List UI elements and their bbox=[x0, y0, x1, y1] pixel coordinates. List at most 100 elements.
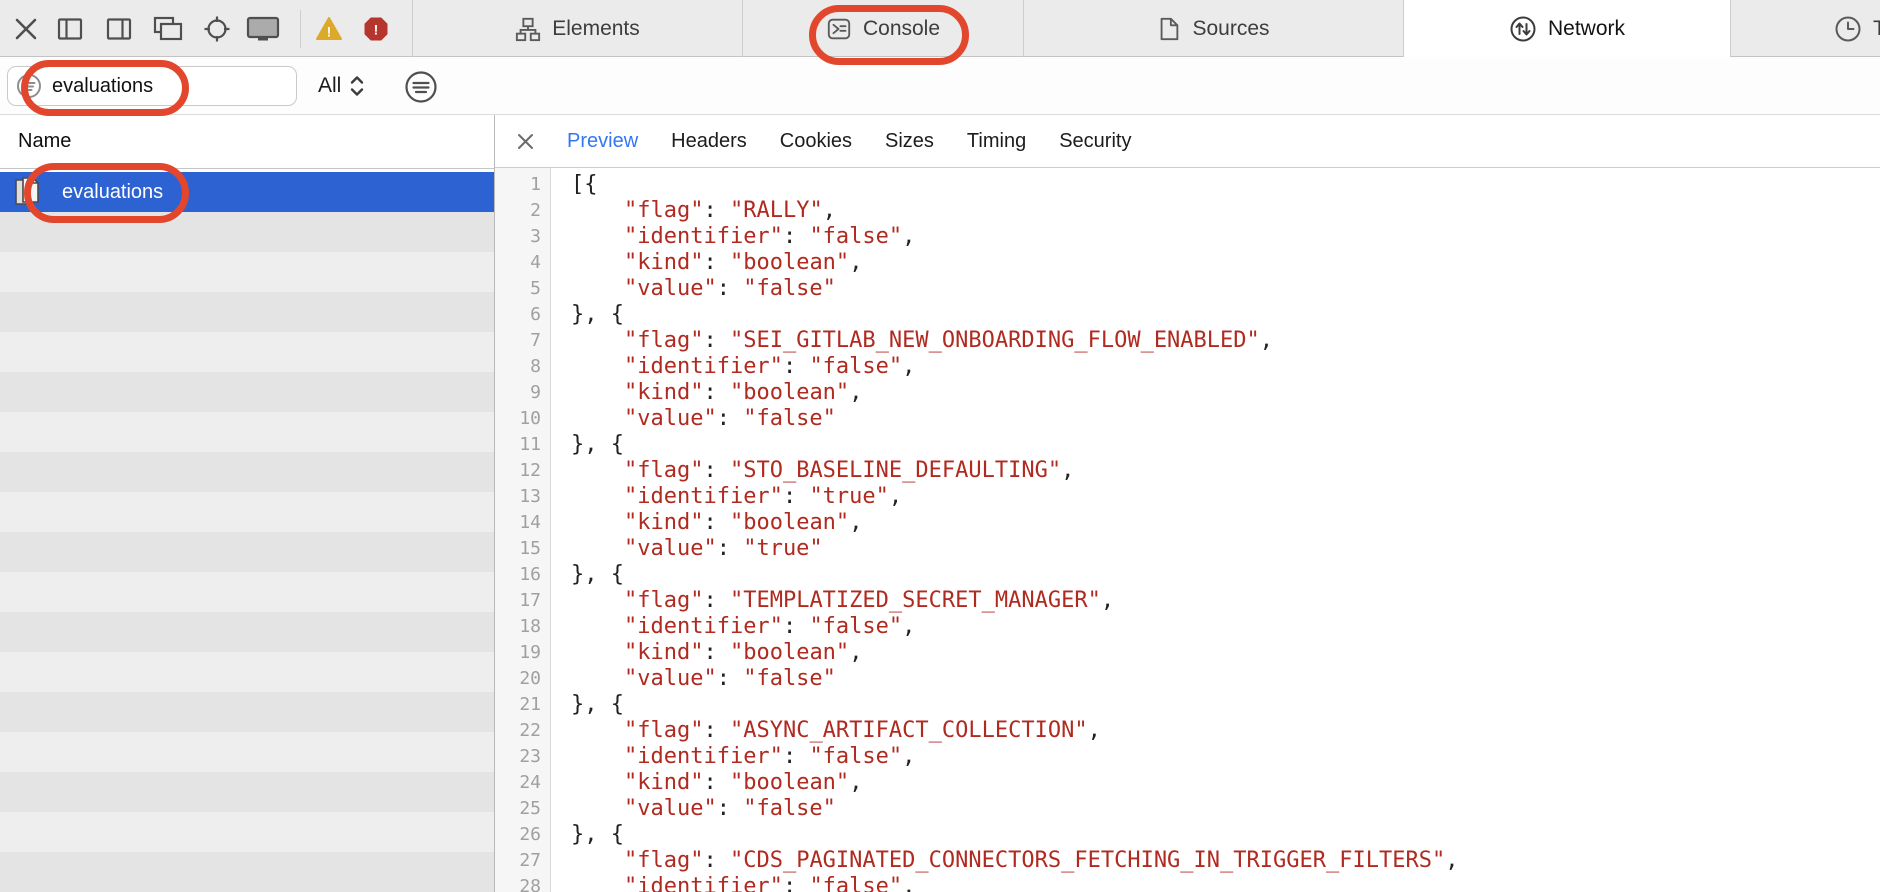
elements-icon bbox=[515, 16, 541, 42]
code-line: 5 "value": "false" bbox=[495, 276, 1880, 302]
line-number: 10 bbox=[495, 406, 541, 432]
detail-tab-preview[interactable]: Preview bbox=[567, 130, 638, 153]
line-number: 15 bbox=[495, 536, 541, 562]
inspector-toolbar: ! ! Elements Console Sources bbox=[0, 0, 1880, 57]
line-number: 23 bbox=[495, 744, 541, 770]
code-line: 25 "value": "false" bbox=[495, 796, 1880, 822]
tab-elements[interactable]: Elements bbox=[412, 0, 742, 57]
scope-label: All bbox=[318, 74, 341, 98]
line-number: 1 bbox=[495, 172, 541, 198]
resource-detail-tabbar: Preview Headers Cookies Sizes Timing Sec… bbox=[495, 115, 1880, 168]
detail-tab-timing[interactable]: Timing bbox=[967, 130, 1026, 153]
code-line: 7 "flag": "SEI_GITLAB_NEW_ONBOARDING_FLO… bbox=[495, 328, 1880, 354]
code-line: 26}, { bbox=[495, 822, 1880, 848]
sources-icon bbox=[1157, 16, 1181, 42]
code-line: 18 "identifier": "false", bbox=[495, 614, 1880, 640]
warnings-badge-icon[interactable]: ! bbox=[315, 15, 343, 43]
network-icon bbox=[1509, 15, 1537, 43]
line-number: 22 bbox=[495, 718, 541, 744]
line-number: 18 bbox=[495, 614, 541, 640]
tab-elements-label: Elements bbox=[552, 17, 640, 41]
dock-right-icon[interactable] bbox=[105, 15, 133, 43]
element-picker-icon[interactable] bbox=[203, 15, 231, 43]
line-number: 21 bbox=[495, 692, 541, 718]
web-inspector-window: ! ! Elements Console Sources bbox=[0, 0, 1880, 892]
errors-badge-icon[interactable]: ! bbox=[362, 15, 390, 43]
line-number: 12 bbox=[495, 458, 541, 484]
json-preview-pane: 1[{2 "flag": "RALLY",3 "identifier": "fa… bbox=[495, 168, 1880, 892]
code-line: 24 "kind": "boolean", bbox=[495, 770, 1880, 796]
line-number: 4 bbox=[495, 250, 541, 276]
request-row-label: evaluations bbox=[62, 181, 163, 204]
tab-console[interactable]: Console bbox=[742, 0, 1023, 57]
code-line: 9 "kind": "boolean", bbox=[495, 380, 1880, 406]
tab-network[interactable]: Network bbox=[1403, 0, 1730, 57]
code-line: 20 "value": "false" bbox=[495, 666, 1880, 692]
code-line: 11}, { bbox=[495, 432, 1880, 458]
code-line: 16}, { bbox=[495, 562, 1880, 588]
line-number: 11 bbox=[495, 432, 541, 458]
code-line: 28 "identifier": "false", bbox=[495, 874, 1880, 892]
close-detail-icon[interactable] bbox=[517, 133, 534, 150]
code-line: 23 "identifier": "false", bbox=[495, 744, 1880, 770]
line-number: 13 bbox=[495, 484, 541, 510]
svg-text:!: ! bbox=[327, 24, 332, 40]
code-line: 14 "kind": "boolean", bbox=[495, 510, 1880, 536]
line-number: 20 bbox=[495, 666, 541, 692]
chevron-up-down-icon bbox=[349, 73, 365, 99]
tab-console-label: Console bbox=[863, 17, 940, 41]
tab-timelines-partial[interactable]: T bbox=[1730, 0, 1880, 57]
code-line: 17 "flag": "TEMPLATIZED_SECRET_MANAGER", bbox=[495, 588, 1880, 614]
device-icon[interactable] bbox=[245, 15, 281, 43]
line-number: 9 bbox=[495, 380, 541, 406]
resource-type-scope-button[interactable]: All bbox=[318, 67, 365, 105]
line-number: 24 bbox=[495, 770, 541, 796]
code-line: 3 "identifier": "false", bbox=[495, 224, 1880, 250]
tab-sources[interactable]: Sources bbox=[1023, 0, 1403, 57]
name-column-header[interactable]: Name bbox=[0, 115, 494, 169]
line-number: 3 bbox=[495, 224, 541, 250]
detail-tab-sizes[interactable]: Sizes bbox=[885, 130, 934, 153]
code-line: 1[{ bbox=[495, 172, 1880, 198]
separate-window-icon[interactable] bbox=[151, 15, 187, 43]
filter-options-icon[interactable] bbox=[404, 70, 438, 104]
code-line: 6}, { bbox=[495, 302, 1880, 328]
close-icon[interactable] bbox=[12, 15, 40, 43]
dock-left-icon[interactable] bbox=[56, 15, 84, 43]
code-line: 2 "flag": "RALLY", bbox=[495, 198, 1880, 224]
line-number: 16 bbox=[495, 562, 541, 588]
code-lines: 1[{2 "flag": "RALLY",3 "identifier": "fa… bbox=[495, 172, 1880, 892]
line-number: 7 bbox=[495, 328, 541, 354]
code-line: 12 "flag": "STO_BASELINE_DEFAULTING", bbox=[495, 458, 1880, 484]
name-column-label: Name bbox=[18, 130, 71, 153]
code-line: 22 "flag": "ASYNC_ARTIFACT_COLLECTION", bbox=[495, 718, 1880, 744]
code-line: 19 "kind": "boolean", bbox=[495, 640, 1880, 666]
line-number: 8 bbox=[495, 354, 541, 380]
tab-timelines-label: T bbox=[1873, 17, 1880, 41]
code-line: 10 "value": "false" bbox=[495, 406, 1880, 432]
filter-input[interactable] bbox=[7, 66, 297, 106]
empty-request-rows bbox=[0, 212, 494, 892]
detail-tab-cookies[interactable]: Cookies bbox=[780, 130, 852, 153]
filter-icon bbox=[16, 73, 42, 99]
request-row-evaluations[interactable]: evaluations bbox=[0, 172, 494, 212]
line-number: 28 bbox=[495, 874, 541, 892]
line-number: 5 bbox=[495, 276, 541, 302]
line-number: 25 bbox=[495, 796, 541, 822]
line-number: 17 bbox=[495, 588, 541, 614]
code-line: 4 "kind": "boolean", bbox=[495, 250, 1880, 276]
code-line: 13 "identifier": "true", bbox=[495, 484, 1880, 510]
detail-tab-security[interactable]: Security bbox=[1059, 130, 1131, 153]
svg-text:!: ! bbox=[374, 22, 379, 38]
code-line: 21}, { bbox=[495, 692, 1880, 718]
detail-tab-headers[interactable]: Headers bbox=[671, 130, 747, 153]
code-line: 15 "value": "true" bbox=[495, 536, 1880, 562]
document-icon bbox=[12, 176, 46, 208]
tab-network-label: Network bbox=[1548, 17, 1625, 41]
tab-sources-label: Sources bbox=[1192, 17, 1269, 41]
clock-icon bbox=[1834, 15, 1862, 43]
toolbar-divider bbox=[300, 10, 301, 48]
line-number: 19 bbox=[495, 640, 541, 666]
line-number: 26 bbox=[495, 822, 541, 848]
line-number: 6 bbox=[495, 302, 541, 328]
